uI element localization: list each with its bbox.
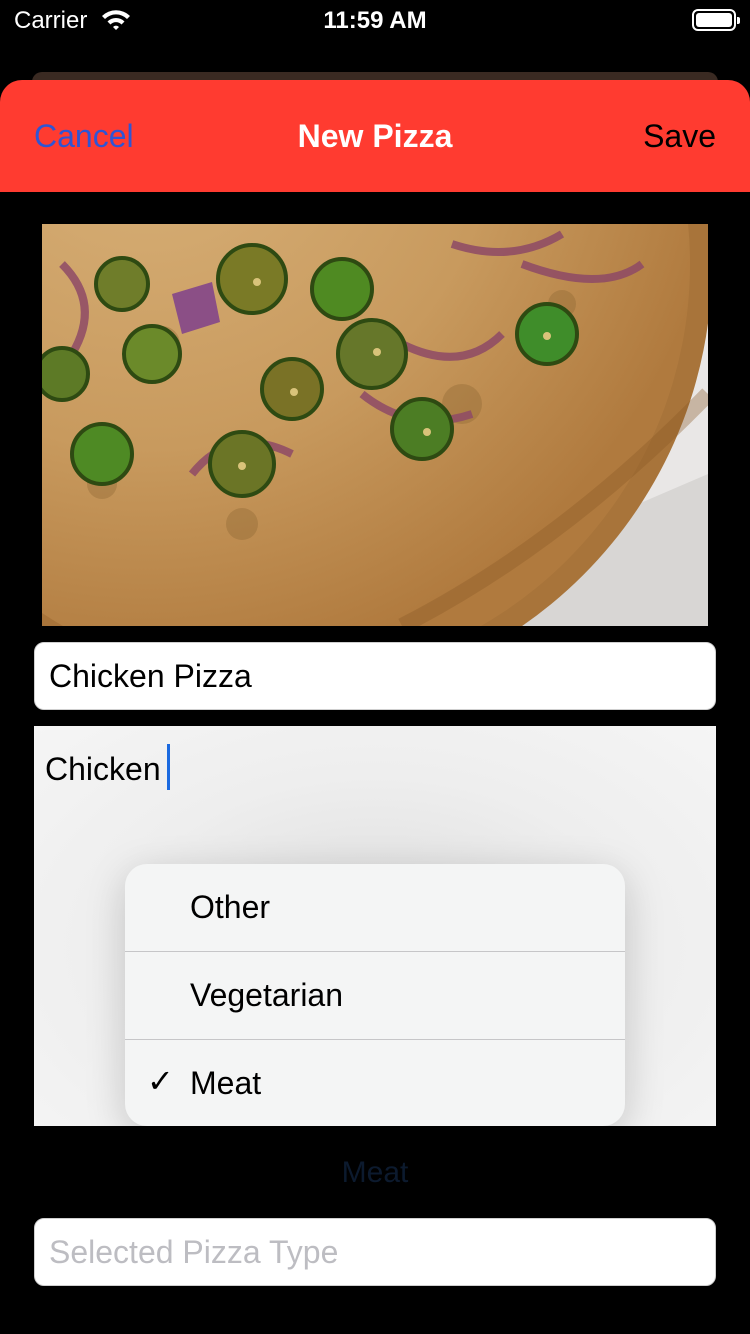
description-text: Chicken (45, 751, 161, 787)
selected-type-label: Meat (341, 1156, 409, 1189)
page-title: New Pizza (297, 118, 453, 154)
pizza-type-field[interactable]: Selected Pizza Type (34, 1218, 716, 1286)
status-bar: Carrier 11:59 AM (0, 0, 750, 42)
text-caret (166, 744, 170, 790)
save-button[interactable]: Save (643, 118, 716, 155)
menu-item-other[interactable]: Other (125, 864, 625, 952)
description-text-line: Chicken (45, 744, 170, 790)
checkmark-icon: ✓ (147, 1063, 174, 1099)
menu-item-label: Other (190, 889, 271, 925)
pizza-image[interactable] (42, 224, 708, 626)
pizza-name-input[interactable] (34, 642, 716, 710)
status-time: 11:59 AM (323, 7, 427, 34)
menu-item-vegetarian[interactable]: Vegetarian (125, 952, 625, 1040)
pizza-type-placeholder: Selected Pizza Type (49, 1234, 339, 1270)
menu-item-meat[interactable]: ✓ Meat (125, 1040, 625, 1126)
menu-item-label: Vegetarian (190, 977, 344, 1013)
menu-item-label: Meat (190, 1065, 262, 1101)
pizza-type-menu: Other Vegetarian ✓ Meat (125, 864, 625, 1126)
battery-icon (692, 9, 740, 31)
